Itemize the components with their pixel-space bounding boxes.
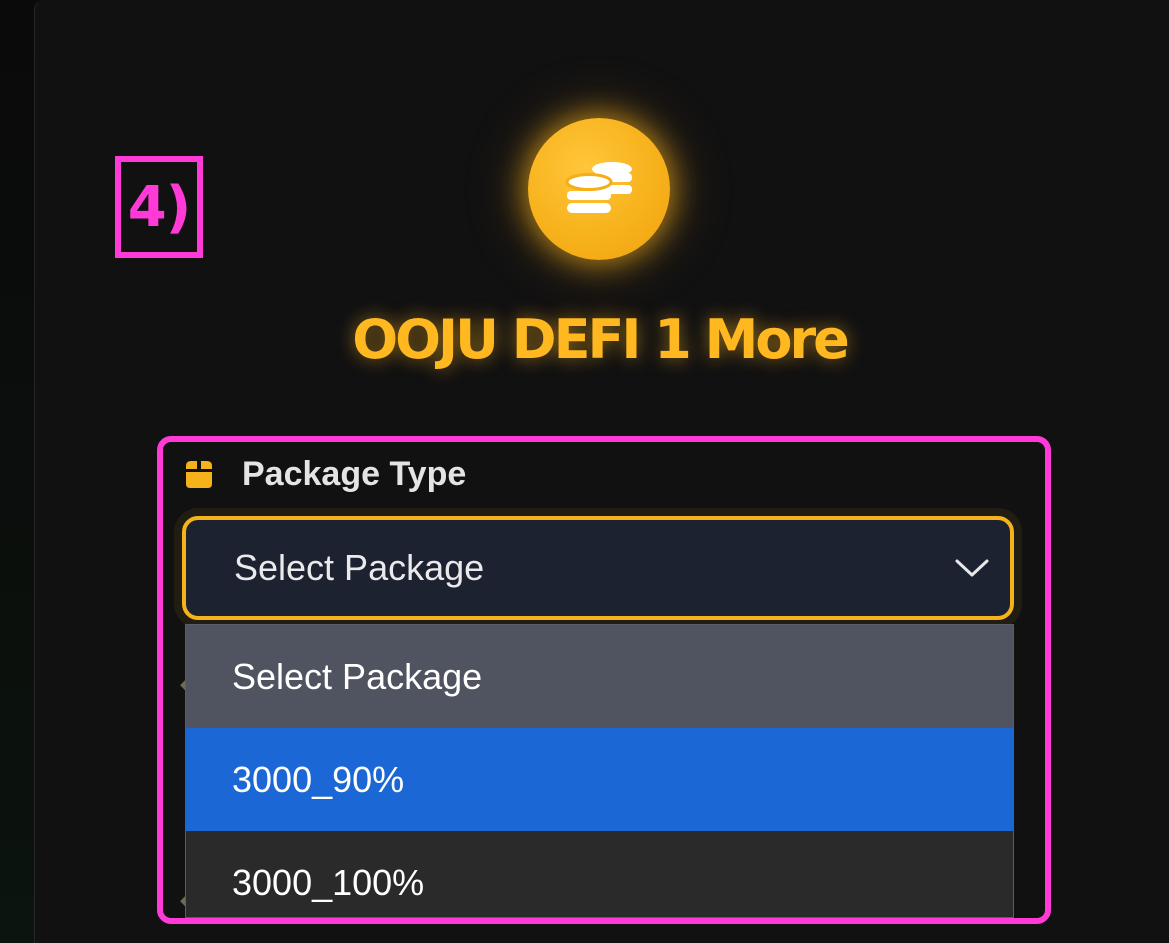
package-select-value: Select Package xyxy=(234,547,485,588)
package-select[interactable]: Select Package xyxy=(182,516,1014,620)
step-annotation-label: 4) xyxy=(115,156,203,258)
package-type-label: Package Type xyxy=(182,452,466,496)
package-option[interactable]: 3000_100% xyxy=(186,831,1013,917)
chevron-down-icon xyxy=(955,559,989,577)
package-options-list: Select Package 3000_90% 3000_100% xyxy=(185,624,1014,918)
package-option[interactable]: Select Package xyxy=(186,625,1013,728)
coins-icon-graphic xyxy=(565,162,632,213)
package-icon xyxy=(186,461,212,488)
coins-icon xyxy=(528,118,670,260)
page-title: OOJU DEFI 1 More xyxy=(352,308,850,371)
package-option[interactable]: 3000_90% xyxy=(186,728,1013,831)
left-background-strip xyxy=(0,0,34,943)
package-type-label-text: Package Type xyxy=(242,454,467,493)
